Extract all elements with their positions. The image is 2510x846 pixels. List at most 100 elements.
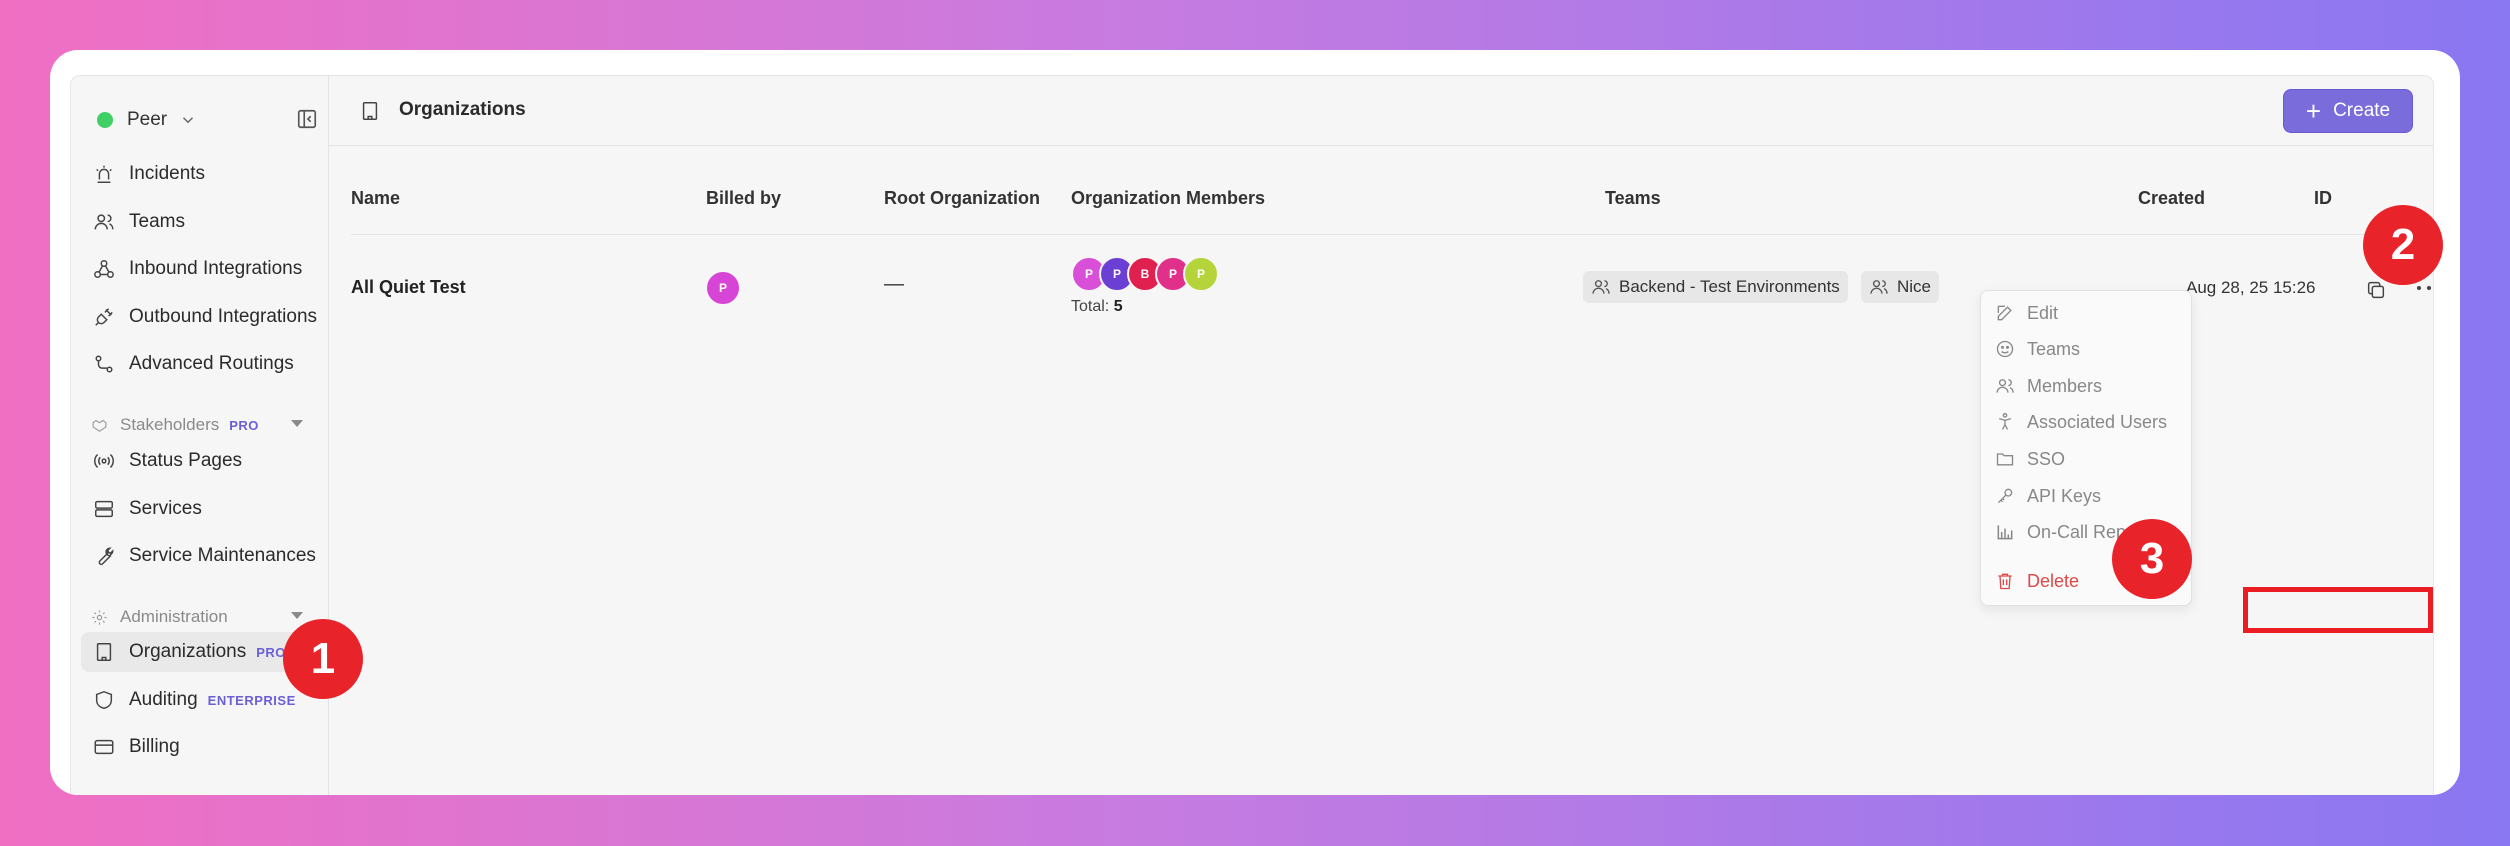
menu-item-label: Delete <box>2027 570 2080 591</box>
route-icon <box>95 355 113 373</box>
column-header-id[interactable]: ID <box>2314 188 2332 209</box>
column-header-teams[interactable]: Teams <box>1605 188 1661 209</box>
webhook-icon <box>94 260 114 278</box>
column-header-organization-members[interactable]: Organization Members <box>1071 188 1265 209</box>
section-administration[interactable]: Administration <box>91 602 313 632</box>
server-icon <box>95 500 113 518</box>
key-icon <box>1997 488 2013 504</box>
folder-icon <box>1996 453 2014 466</box>
sidebar: Peer Incidents Teams Inbound Integration… <box>71 76 329 795</box>
page-header: Organizations + Create <box>329 76 2433 146</box>
team-chip-label: Nice <box>1897 277 1932 296</box>
sidebar-item-label: Auditing <box>129 689 198 710</box>
menu-item-members[interactable]: Members <box>1995 372 2102 400</box>
created-date: Aug 28, 25 15:26 <box>2186 278 2316 297</box>
siren-icon <box>96 165 112 183</box>
sidebar-item-label: Inbound Integrations <box>129 258 303 279</box>
caret-down-icon <box>291 420 303 427</box>
sidebar-item-organizations[interactable]: Organizations PRO <box>81 632 313 672</box>
column-header-billed-by[interactable]: Billed by <box>706 188 781 209</box>
wrench-icon <box>98 547 114 566</box>
menu-item-label: Edit <box>2027 302 2059 323</box>
menu-item-api-keys[interactable]: API Keys <box>1995 482 2101 510</box>
sidebar-item-advanced-routings[interactable]: Advanced Routings <box>81 344 313 384</box>
sidebar-item-label: Status Pages <box>129 450 243 471</box>
online-status-icon <box>97 112 113 128</box>
workspace-name: Peer <box>127 109 168 130</box>
menu-item-associated-users[interactable]: Associated Users <box>1995 408 2167 436</box>
handshake-icon <box>92 419 107 432</box>
smile-icon <box>1996 340 2014 358</box>
app-window: Peer Incidents Teams Inbound Integration… <box>50 50 2460 795</box>
users-icon <box>94 214 114 230</box>
billed-by-avatar: P <box>705 270 741 306</box>
sidebar-item-auditing[interactable]: Auditing ENTERPRISE <box>81 680 313 720</box>
org-name[interactable]: All Quiet Test <box>351 277 466 298</box>
annotation-marker-1: 1 <box>283 619 363 699</box>
sidebar-item-services[interactable]: Services <box>81 489 313 529</box>
team-chip[interactable]: Nice <box>1861 271 1940 303</box>
pro-badge: PRO <box>256 644 286 660</box>
sidebar-item-label: Incidents <box>129 163 206 184</box>
menu-item-label: API Keys <box>2027 485 2102 506</box>
sidebar-item-status-pages[interactable]: Status Pages <box>81 441 313 481</box>
sidebar-item-billing[interactable]: Billing <box>81 727 313 767</box>
users-icon <box>1592 280 1610 294</box>
bar-chart-icon <box>1997 525 2013 540</box>
edit-icon <box>1997 305 2012 321</box>
shield-icon <box>95 690 113 710</box>
sidebar-item-inbound-integrations[interactable]: Inbound Integrations <box>81 249 313 289</box>
members-total-label: Total: <box>1071 298 1110 315</box>
sidebar-item-teams[interactable]: Teams <box>81 202 313 242</box>
users-icon <box>1996 379 2014 393</box>
members-total: Total: 5 <box>1071 298 1123 316</box>
sidebar-item-label: Services <box>129 498 202 519</box>
chevron-down-icon <box>183 117 194 124</box>
menu-item-label: Teams <box>2027 338 2081 359</box>
copy-icon[interactable] <box>2365 279 2387 301</box>
table-header: Name Billed by Root Organization Organiz… <box>351 188 2431 208</box>
page-title: Organizations <box>399 99 526 120</box>
users-icon <box>1870 280 1888 294</box>
section-title: Administration <box>120 607 228 626</box>
table-divider <box>351 234 2431 235</box>
menu-item-delete[interactable]: Delete <box>1995 567 2079 595</box>
building-icon <box>96 643 112 661</box>
sidebar-collapse-icon[interactable] <box>296 108 318 130</box>
sidebar-item-label: Organizations <box>129 641 247 662</box>
trash-icon <box>1998 573 2012 590</box>
sidebar-item-incidents[interactable]: Incidents <box>81 154 313 194</box>
workspace-switcher[interactable]: Peer <box>93 102 318 138</box>
annotation-marker-2: 2 <box>2363 205 2443 285</box>
sidebar-item-outbound-integrations[interactable]: Outbound Integrations <box>81 297 317 337</box>
root-organization-value: — <box>884 273 904 295</box>
column-header-name[interactable]: Name <box>351 188 400 209</box>
menu-item-edit[interactable]: Edit <box>1995 299 2058 327</box>
sidebar-item-service-maintenances[interactable]: Service Maintenances <box>81 536 316 576</box>
building-icon <box>362 102 378 120</box>
caret-down-icon <box>291 612 303 619</box>
members-total-value: 5 <box>1113 298 1123 315</box>
team-chip[interactable]: Backend - Test Environments <box>1583 271 1848 303</box>
menu-item-sso[interactable]: SSO <box>1995 445 2065 473</box>
section-stakeholders[interactable]: Stakeholders PRO <box>91 410 313 440</box>
more-actions-icon[interactable] <box>2417 286 2433 294</box>
annotation-marker-3: 3 <box>2112 519 2192 599</box>
menu-item-label: Members <box>2027 375 2103 396</box>
column-header-root-organization[interactable]: Root Organization <box>884 188 1040 209</box>
sidebar-item-label: Teams <box>129 211 185 232</box>
credit-card-icon <box>94 739 114 755</box>
gear-icon <box>92 609 107 625</box>
enterprise-badge: ENTERPRISE <box>207 692 296 708</box>
menu-item-label: Associated Users <box>2027 411 2168 432</box>
sidebar-item-label: Service Maintenances <box>129 545 316 566</box>
column-header-created[interactable]: Created <box>2138 188 2205 209</box>
section-title: Stakeholders <box>120 415 220 434</box>
highlight-box <box>2243 587 2433 633</box>
menu-item-label: SSO <box>2027 448 2066 469</box>
accessibility-icon <box>1998 413 2012 430</box>
menu-item-teams[interactable]: Teams <box>1995 335 2080 363</box>
plus-icon: + <box>2305 96 2322 126</box>
create-button[interactable]: + Create <box>2283 89 2413 133</box>
create-button-label: Create <box>2333 100 2391 121</box>
